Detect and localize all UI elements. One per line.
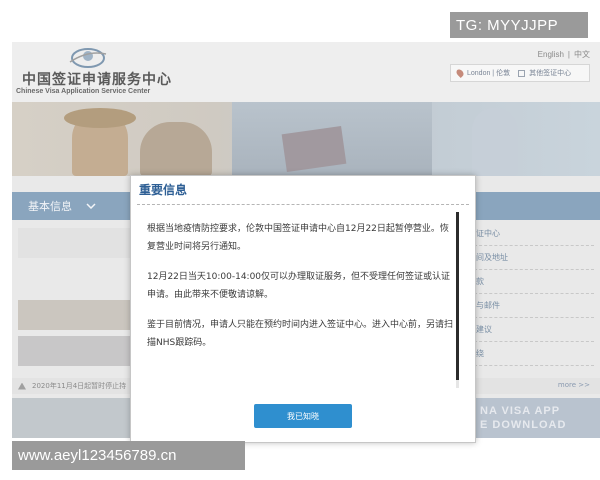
- basic-info-label: 基本信息: [28, 200, 72, 213]
- right-link-item[interactable]: 与邮件: [474, 294, 594, 318]
- modal-divider: [137, 204, 469, 205]
- modal-title: 重要信息: [139, 183, 188, 197]
- site-header: 中国签证申请服务中心 Chinese Visa Application Serv…: [12, 42, 600, 102]
- acknowledge-button[interactable]: 我已知晓: [254, 404, 352, 428]
- warning-icon: [18, 382, 26, 390]
- logo-english-text: Chinese Visa Application Service Center: [16, 88, 151, 95]
- modal-paragraph: 12月22日当天10:00-14:00仅可以办理取证服务，但不受理任何签证或认证…: [147, 272, 451, 300]
- lang-english-link[interactable]: English: [538, 50, 564, 59]
- basic-info-tab[interactable]: 基本信息: [12, 192, 130, 220]
- other-centers-link[interactable]: 其他签证中心: [529, 68, 571, 78]
- bottom-left-image: [12, 398, 130, 438]
- logo-swoosh-icon: [69, 48, 107, 68]
- right-link-item[interactable]: 证中心: [474, 222, 594, 246]
- watermark-top: TG: MYYJJPP: [450, 12, 588, 38]
- right-link-list: 证中心 间及地址 款 与邮件 建议 绕: [474, 222, 594, 366]
- watermark-bottom: www.aeyl123456789.cn: [12, 441, 245, 470]
- current-center-label: London | 伦敦: [467, 70, 511, 77]
- right-panel-header: [474, 192, 600, 220]
- notice-text[interactable]: 2020年11月4日起暂时停止持: [32, 381, 126, 391]
- language-switcher: English | 中文: [538, 49, 590, 60]
- right-link-item[interactable]: 绕: [474, 342, 594, 366]
- app-download-banner[interactable]: NA VISA APP E DOWNLOAD: [474, 398, 600, 438]
- more-link[interactable]: more >>: [558, 381, 590, 389]
- right-link-item[interactable]: 间及地址: [474, 246, 594, 270]
- thumbnail-image[interactable]: [18, 336, 130, 366]
- logo-chinese-text: 中国签证申请服务中心: [22, 72, 172, 88]
- app-banner-line1: NA VISA APP: [480, 405, 561, 417]
- chevron-down-icon: [86, 203, 96, 209]
- banner-person-man: [140, 122, 212, 176]
- right-link-item[interactable]: 建议: [474, 318, 594, 342]
- thumbnail-image[interactable]: [18, 300, 130, 330]
- banner-hat: [64, 108, 136, 128]
- modal-paragraph: 根据当地疫情防控要求，伦敦中国签证申请中心自12月22日起暂停营业。恢复营业时间…: [147, 224, 449, 252]
- lang-chinese-link[interactable]: 中文: [574, 50, 590, 59]
- location-pin-icon: [455, 68, 465, 78]
- thumbnail-image[interactable]: [18, 228, 130, 258]
- left-thumbnail-list: [18, 228, 130, 368]
- important-info-modal: 重要信息 根据当地疫情防控要求，伦敦中国签证申请中心自12月22日起暂停营业。恢…: [130, 175, 476, 443]
- lang-separator: |: [567, 50, 570, 59]
- right-link-item[interactable]: 款: [474, 270, 594, 294]
- banner-businessman: [472, 108, 518, 176]
- modal-scrollbar[interactable]: [456, 212, 459, 388]
- modal-paragraph: 鉴于目前情况，申请人只能在预约时间内进入签证中心。进入中心前，另请扫描NHS跟踪…: [147, 320, 454, 348]
- scrollbar-thumb[interactable]: [456, 212, 459, 380]
- page: 中国签证申请服务中心 Chinese Visa Application Serv…: [0, 0, 600, 480]
- modal-body: 根据当地疫情防控要求，伦敦中国签证申请中心自12月22日起暂停营业。恢复营业时间…: [147, 220, 455, 364]
- center-selector[interactable]: London | 伦敦 其他签证中心: [450, 64, 590, 82]
- app-banner-line2: E DOWNLOAD: [480, 419, 567, 431]
- hero-banner-image: [12, 102, 600, 176]
- grid-icon: [518, 69, 526, 77]
